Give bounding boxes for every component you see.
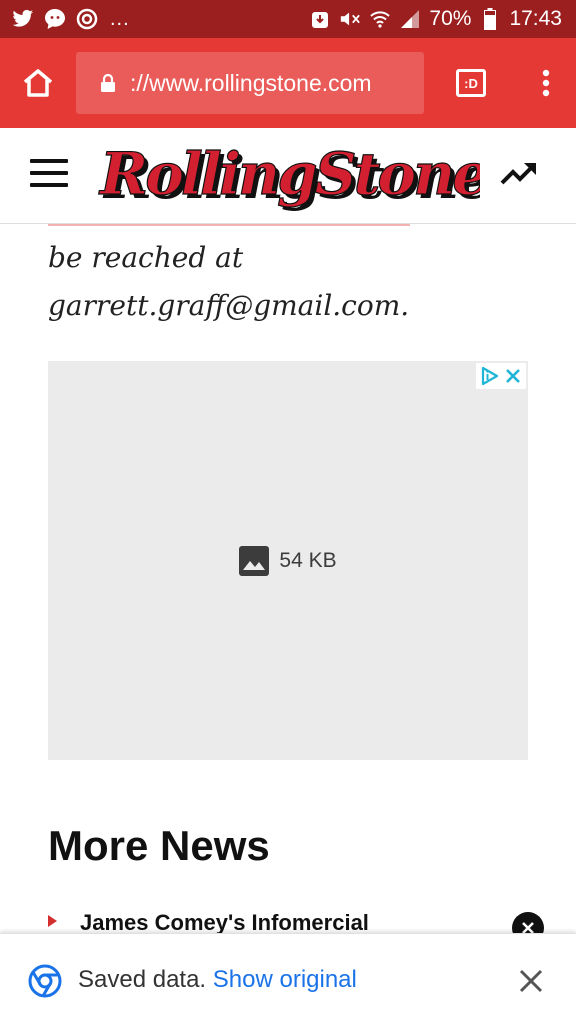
- mute-icon: [339, 8, 361, 30]
- infobar-message: Saved data. Show original: [78, 966, 357, 994]
- tab-switcher-button[interactable]: :D: [426, 38, 516, 128]
- bullet-icon: [48, 915, 57, 927]
- menu-icon[interactable]: [30, 159, 68, 189]
- chat-icon: [44, 8, 66, 30]
- wifi-icon: [369, 8, 391, 30]
- chrome-data-saver-icon: [28, 964, 62, 998]
- more-news-heading: More News: [48, 822, 270, 869]
- url-text: ://www.rollingstone.com: [130, 69, 372, 96]
- home-icon: [23, 69, 53, 97]
- more-vert-icon: [542, 69, 550, 97]
- logo-text: RollingStone: [98, 140, 480, 208]
- saved-data-text: Saved data.: [78, 966, 207, 993]
- battery-icon: [479, 8, 501, 30]
- close-icon[interactable]: [516, 966, 546, 996]
- show-original-link[interactable]: Show original: [213, 966, 357, 993]
- saved-data-infobar: Saved data. Show original: [0, 933, 576, 1024]
- image-size: 54 KB: [279, 548, 337, 572]
- article-email[interactable]: garrett.graff@gmail.com.: [48, 282, 548, 330]
- more-notifications: ...: [110, 7, 130, 30]
- battery-percent: 70%: [429, 7, 472, 30]
- ad-choices[interactable]: [476, 363, 526, 389]
- home-button[interactable]: [0, 38, 76, 128]
- close-icon[interactable]: [504, 367, 522, 385]
- image-icon: [239, 545, 270, 576]
- status-left: ...: [12, 8, 130, 31]
- url-bar[interactable]: ://www.rollingstone.com: [76, 52, 424, 114]
- rolling-stone-logo[interactable]: RollingStone RollingStone: [96, 134, 480, 218]
- article-text: be reached at garrett.graff@gmail.com.: [48, 234, 548, 330]
- browser-toolbar: ://www.rollingstone.com :D: [0, 38, 576, 128]
- browser-menu-button[interactable]: [516, 38, 576, 128]
- article-line: be reached at: [48, 241, 244, 274]
- status-bar: ... 70% 17:43: [0, 0, 576, 38]
- tab-count: :D: [456, 69, 486, 97]
- clock: 17:43: [509, 7, 562, 30]
- trending-icon[interactable]: [500, 158, 538, 186]
- article-rule: [48, 224, 410, 226]
- site-header: RollingStone RollingStone: [0, 128, 576, 224]
- adchoices-icon[interactable]: [480, 366, 500, 386]
- lock-icon: [100, 73, 116, 93]
- image-placeholder[interactable]: 54 KB: [48, 361, 528, 760]
- status-right: 70% 17:43: [309, 7, 562, 31]
- ad-slot[interactable]: 54 KB: [48, 361, 528, 760]
- sync-icon: [76, 8, 98, 30]
- signal-icon: [399, 8, 421, 30]
- download-icon: [309, 8, 331, 30]
- twitter-icon: [12, 8, 34, 30]
